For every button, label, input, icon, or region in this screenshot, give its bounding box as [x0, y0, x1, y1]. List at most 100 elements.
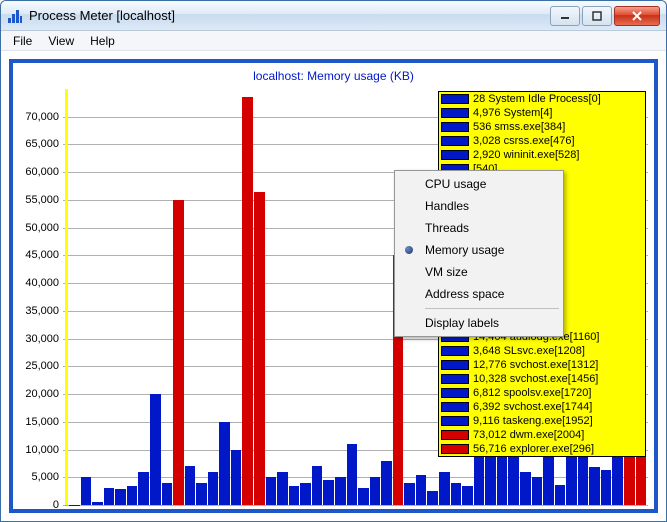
bar[interactable]	[92, 502, 103, 505]
bar[interactable]	[451, 483, 462, 505]
bar[interactable]	[335, 477, 346, 505]
menu-file[interactable]: File	[5, 32, 40, 50]
legend-row[interactable]: 536 smss.exe[384]	[439, 120, 645, 134]
legend-swatch	[441, 430, 469, 440]
legend-text: 6,392 svchost.exe[1744]	[473, 400, 592, 414]
legend-row[interactable]: 2,920 wininit.exe[528]	[439, 148, 645, 162]
chart-title: localhost: Memory usage (KB)	[13, 63, 654, 85]
legend-text: 73,012 dwm.exe[2004]	[473, 428, 584, 442]
bar[interactable]	[404, 483, 415, 505]
bar[interactable]	[219, 422, 230, 505]
bar[interactable]	[208, 472, 219, 505]
bar[interactable]	[381, 461, 392, 505]
legend-text: 3,648 SLsvc.exe[1208]	[473, 344, 585, 358]
legend-row[interactable]: 6,812 spoolsv.exe[1720]	[439, 386, 645, 400]
ytick-label: 50,000	[25, 222, 59, 234]
ytick-label: 25,000	[25, 360, 59, 372]
bar[interactable]	[231, 450, 242, 505]
ytick-label: 70,000	[25, 111, 59, 123]
ctx-threads[interactable]: Threads	[397, 217, 561, 239]
ytick-label: 20,000	[25, 388, 59, 400]
bar[interactable]	[589, 467, 600, 505]
ctx-label: CPU usage	[425, 177, 486, 191]
legend-row[interactable]: 4,976 System[4]	[439, 106, 645, 120]
minimize-button[interactable]	[550, 6, 580, 26]
bar[interactable]	[266, 477, 277, 505]
client-area: localhost: Memory usage (KB) 05,00010,00…	[1, 51, 666, 521]
maximize-button[interactable]	[582, 6, 612, 26]
bar[interactable]	[312, 466, 323, 505]
ctx-vm-size[interactable]: VM size	[397, 261, 561, 283]
legend-row[interactable]: 28 System Idle Process[0]	[439, 92, 645, 106]
menu-help[interactable]: Help	[82, 32, 123, 50]
bar[interactable]	[612, 454, 623, 505]
bar[interactable]	[150, 394, 161, 505]
legend-row[interactable]: 9,116 taskeng.exe[1952]	[439, 414, 645, 428]
legend-row[interactable]: 6,392 svchost.exe[1744]	[439, 400, 645, 414]
legend-text: 3,028 csrss.exe[476]	[473, 134, 575, 148]
ctx-display-labels[interactable]: Display labels	[397, 312, 561, 334]
legend-row[interactable]: 12,776 svchost.exe[1312]	[439, 358, 645, 372]
ytick-label: 65,000	[25, 138, 59, 150]
window-controls	[550, 6, 660, 26]
bar[interactable]	[370, 477, 381, 505]
ytick-label: 45,000	[25, 249, 59, 261]
legend-row[interactable]: 3,028 csrss.exe[476]	[439, 134, 645, 148]
ctx-address-space[interactable]: Address space	[397, 283, 561, 305]
bar[interactable]	[81, 477, 92, 505]
legend-swatch	[441, 136, 469, 146]
legend-row[interactable]: 3,648 SLsvc.exe[1208]	[439, 344, 645, 358]
legend-swatch	[441, 360, 469, 370]
bar[interactable]	[196, 483, 207, 505]
bar[interactable]	[601, 470, 612, 505]
ytick-label: 35,000	[25, 305, 59, 317]
legend-swatch	[441, 402, 469, 412]
legend-swatch	[441, 374, 469, 384]
bar[interactable]	[173, 200, 184, 505]
app-icon	[7, 8, 23, 24]
close-button[interactable]	[614, 6, 660, 26]
bar[interactable]	[347, 444, 358, 505]
bar[interactable]	[127, 486, 138, 505]
legend-text: 12,776 svchost.exe[1312]	[473, 358, 598, 372]
menu-view[interactable]: View	[40, 32, 82, 50]
bar[interactable]	[416, 475, 427, 506]
bar[interactable]	[242, 97, 253, 505]
ctx-cpu-usage[interactable]: CPU usage	[397, 173, 561, 195]
bar[interactable]	[115, 489, 126, 505]
bar[interactable]	[185, 466, 196, 505]
bar[interactable]	[138, 472, 149, 505]
bar[interactable]	[462, 486, 473, 505]
titlebar[interactable]: Process Meter [localhost]	[1, 1, 666, 31]
ctx-separator	[425, 308, 559, 309]
ctx-handles[interactable]: Handles	[397, 195, 561, 217]
bar[interactable]	[277, 472, 288, 505]
legend-row[interactable]: 56,716 explorer.exe[296]	[439, 442, 645, 456]
bar[interactable]	[300, 483, 311, 505]
bar[interactable]	[358, 488, 369, 505]
bar[interactable]	[555, 485, 566, 505]
menubar: File View Help	[1, 31, 666, 51]
app-window: Process Meter [localhost] File View Help…	[0, 0, 667, 522]
bar[interactable]	[427, 491, 438, 505]
bar[interactable]	[532, 477, 543, 505]
legend-row[interactable]: 10,328 svchost.exe[1456]	[439, 372, 645, 386]
bar[interactable]	[439, 472, 450, 505]
ytick-label: 10,000	[25, 444, 59, 456]
bar[interactable]	[104, 488, 115, 505]
bar[interactable]	[162, 483, 173, 505]
ytick-label: 0	[53, 499, 59, 511]
bar[interactable]	[65, 89, 68, 505]
legend-text: 536 smss.exe[384]	[473, 120, 565, 134]
ytick-label: 40,000	[25, 277, 59, 289]
legend-row[interactable]: 73,012 dwm.exe[2004]	[439, 428, 645, 442]
legend-swatch	[441, 346, 469, 356]
legend-swatch	[441, 150, 469, 160]
bar[interactable]	[254, 192, 265, 505]
window-title: Process Meter [localhost]	[29, 8, 550, 23]
ctx-label: Address space	[425, 287, 504, 301]
ctx-memory-usage[interactable]: Memory usage	[397, 239, 561, 261]
bar[interactable]	[289, 486, 300, 505]
bar[interactable]	[323, 480, 334, 505]
bar[interactable]	[520, 472, 531, 505]
